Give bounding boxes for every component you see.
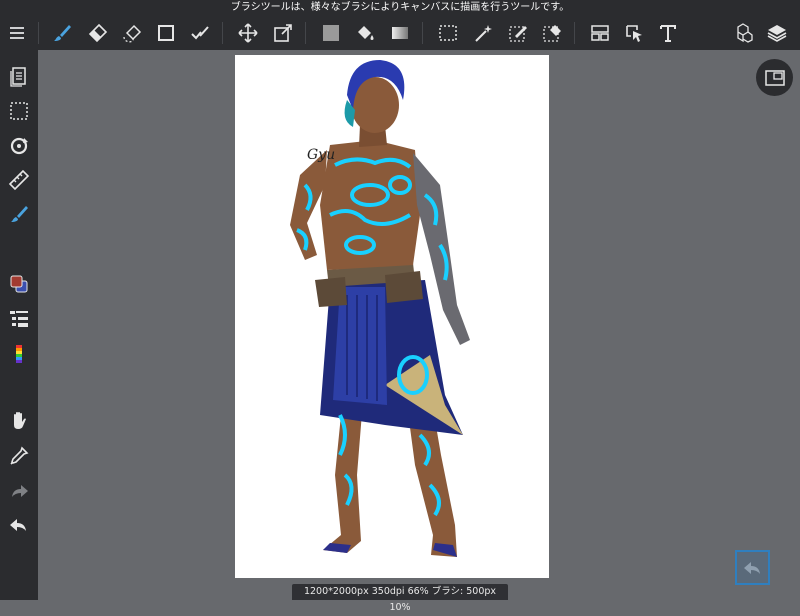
move-tool-button[interactable] — [231, 16, 265, 50]
bucket-icon — [358, 26, 374, 40]
material-icon — [737, 23, 753, 43]
frame-divide-button[interactable] — [583, 16, 617, 50]
eraser-icon — [88, 23, 108, 43]
hand-button[interactable] — [0, 404, 38, 436]
layers-icon — [767, 25, 787, 42]
material-button[interactable] — [726, 16, 760, 50]
menu-icon — [10, 27, 24, 39]
character-artwork: Gyu — [290, 60, 470, 557]
text-icon — [660, 25, 676, 42]
brush-size-button[interactable] — [0, 303, 38, 335]
tool-tip-text: ブラシツールは、様々なブラシによりキャンバスに描画を行うツールです。 — [230, 2, 570, 13]
snap-button[interactable] — [0, 130, 38, 162]
select-rect-tool-button[interactable] — [431, 16, 465, 50]
lasso-eraser-tool-button[interactable] — [115, 16, 149, 50]
brush-size-icon — [10, 311, 28, 327]
color-palette-button[interactable] — [0, 338, 38, 370]
color-icon — [10, 275, 28, 293]
magic-wand-tool-button[interactable] — [466, 16, 500, 50]
lasso-eraser-icon — [123, 24, 142, 43]
select-eraser-tool-button[interactable] — [535, 16, 569, 50]
ruler-icon — [8, 169, 30, 191]
ruler-button[interactable] — [0, 164, 38, 196]
frame-divide-icon — [591, 25, 609, 41]
top-toolbar — [0, 16, 800, 50]
select-pen-icon — [509, 26, 527, 42]
left-sidebar — [0, 50, 38, 600]
navigator-icon — [764, 69, 785, 86]
eyedropper-button[interactable] — [0, 440, 38, 472]
gradient-tool-button[interactable] — [383, 16, 417, 50]
color-palette-icon — [16, 345, 22, 363]
select-eraser-icon — [543, 25, 561, 42]
hand-icon — [14, 412, 26, 429]
drawing-canvas[interactable]: Gyu — [235, 55, 549, 578]
selection-button[interactable] — [0, 95, 38, 127]
select-rect-icon — [439, 25, 457, 41]
document-button[interactable] — [0, 60, 38, 92]
gradient-icon — [392, 27, 408, 39]
fill-color-button[interactable] — [314, 16, 348, 50]
undo-button[interactable] — [0, 509, 38, 541]
layers-button[interactable] — [760, 16, 794, 50]
snap-icon — [10, 137, 28, 155]
floating-undo-button[interactable] — [735, 550, 770, 585]
brush-side-icon — [11, 206, 28, 222]
text-tool-button[interactable] — [651, 16, 685, 50]
signature-text: Gyu — [307, 147, 335, 163]
bucket-tool-button[interactable] — [348, 16, 382, 50]
transform-tool-button[interactable] — [266, 16, 300, 50]
correction-pen-icon — [191, 26, 209, 40]
undo-float-icon — [743, 561, 760, 574]
select-pen-tool-button[interactable] — [501, 16, 535, 50]
eraser-tool-button[interactable] — [80, 16, 114, 50]
magic-wand-icon — [475, 25, 492, 42]
eyedropper-icon — [10, 446, 29, 465]
brush-icon — [54, 25, 71, 41]
move-icon — [238, 23, 258, 43]
operation-icon — [626, 25, 642, 42]
tool-tip-bar: ブラシツールは、様々なブラシによりキャンバスに描画を行うツールです。 — [0, 0, 800, 16]
operation-tool-button[interactable] — [617, 16, 651, 50]
menu-button[interactable] — [0, 16, 34, 50]
document-icon — [10, 67, 26, 87]
color-button[interactable] — [0, 268, 38, 300]
fill-color-icon — [323, 25, 339, 41]
shape-tool-button[interactable] — [149, 16, 183, 50]
brush-tool-button[interactable] — [45, 16, 79, 50]
navigator-button[interactable] — [756, 59, 793, 96]
transform-icon — [274, 24, 292, 42]
redo-button[interactable] — [0, 475, 38, 507]
correction-tool-button[interactable] — [183, 16, 217, 50]
selection-icon — [10, 102, 28, 120]
redo-icon — [12, 485, 28, 497]
status-bar: 1200*2000px 350dpi 66% ブラシ: 500px 10% — [292, 584, 508, 613]
undo-icon — [10, 519, 26, 531]
brush-side-button[interactable] — [0, 198, 38, 230]
rectangle-shape-icon — [158, 25, 174, 41]
